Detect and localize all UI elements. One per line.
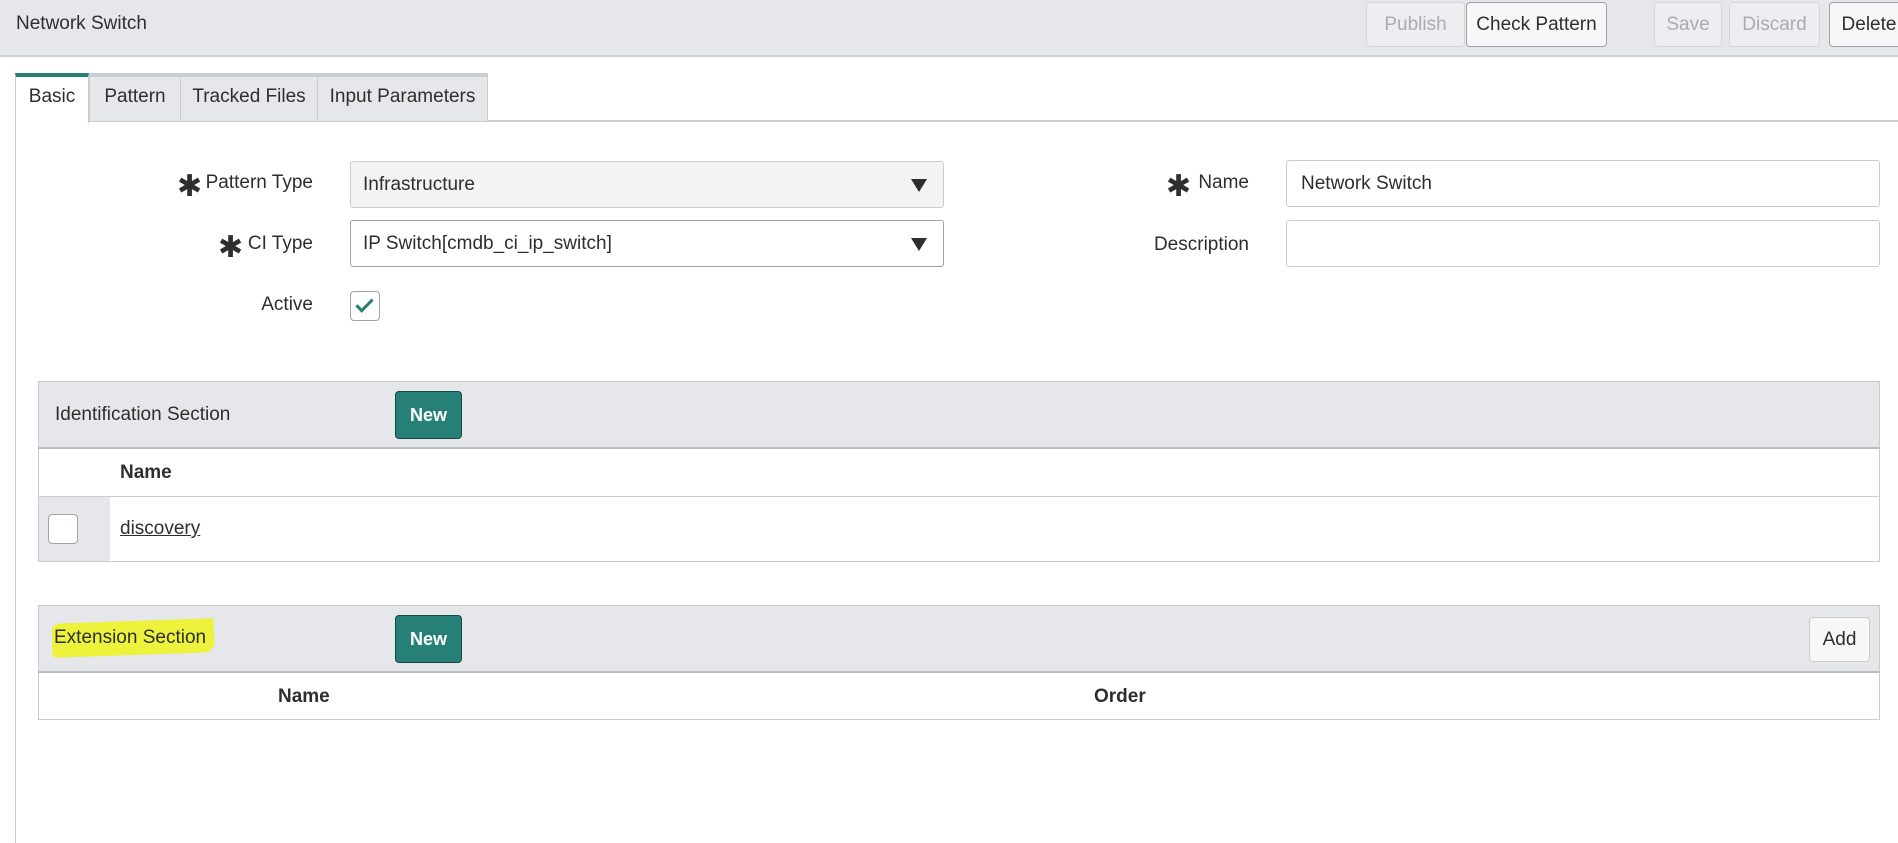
form-header: Network Switch Publish Check Pattern Sav…	[0, 0, 1898, 57]
form-title: Network Switch	[16, 13, 147, 34]
check-pattern-button[interactable]: Check Pattern	[1466, 2, 1607, 47]
extension-section-header	[38, 605, 1880, 673]
ci-type-value: IP Switch[cmdb_ci_ip_switch]	[363, 233, 612, 254]
save-button[interactable]: Save	[1654, 2, 1722, 47]
tab-input-parameters[interactable]: Input Parameters	[317, 73, 488, 121]
tab-pattern[interactable]: Pattern	[89, 73, 181, 121]
description-label: Description	[1153, 234, 1249, 255]
delete-button[interactable]: Delete	[1829, 2, 1898, 47]
required-icon: ✱	[177, 170, 203, 203]
table-divider	[38, 496, 1880, 497]
tab-tracked-files[interactable]: Tracked Files	[180, 73, 318, 121]
ci-type-label: CI Type	[247, 233, 313, 254]
content-left-border	[15, 121, 16, 843]
tab-basic[interactable]: Basic	[15, 73, 89, 123]
extension-column-order[interactable]: Order	[1094, 686, 1146, 708]
identification-column-name[interactable]: Name	[120, 462, 172, 484]
identification-section-header: Identification Section	[38, 381, 1880, 449]
identification-section-title: Identification Section	[55, 404, 231, 425]
identification-row-link[interactable]: discovery	[120, 518, 200, 540]
publish-button[interactable]: Publish	[1366, 2, 1465, 47]
checkmark-icon	[355, 294, 374, 313]
active-checkbox[interactable]	[350, 291, 380, 321]
extension-section-title: Extension Section	[54, 627, 207, 648]
pattern-type-value: Infrastructure	[363, 174, 475, 195]
discard-button[interactable]: Discard	[1729, 2, 1820, 47]
row-select-checkbox[interactable]	[48, 514, 78, 544]
extension-new-button[interactable]: New	[395, 615, 462, 663]
description-input[interactable]	[1286, 220, 1880, 267]
pattern-type-label: Pattern Type	[205, 172, 313, 193]
ci-type-select[interactable]: IP Switch[cmdb_ci_ip_switch]	[350, 220, 944, 267]
name-input[interactable]	[1286, 160, 1880, 207]
identification-table	[38, 449, 1880, 562]
required-icon: ✱	[1166, 170, 1192, 203]
pattern-type-select[interactable]: Infrastructure	[350, 161, 944, 208]
identification-new-button[interactable]: New	[395, 391, 462, 439]
active-label: Active	[261, 294, 313, 315]
extension-column-name[interactable]: Name	[278, 686, 330, 708]
extension-add-button[interactable]: Add	[1809, 617, 1870, 662]
dropdown-arrow-icon	[911, 179, 927, 192]
dropdown-arrow-icon	[911, 238, 927, 251]
name-label: Name	[1198, 172, 1249, 193]
